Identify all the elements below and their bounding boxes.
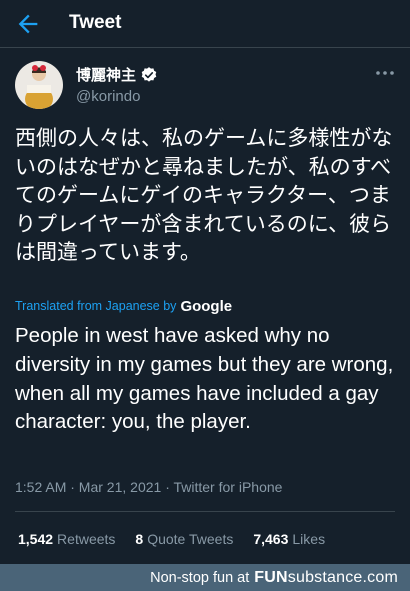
author-name[interactable]: 博麗神主 [76, 64, 158, 85]
page-title: Tweet [69, 12, 122, 33]
tweet-original-text: 西側の人々は、私のゲームに多様性がないのはなぜかと尋ねましたが、私のすべてのゲー… [15, 126, 393, 264]
translation-attribution: Translated from Japanese by Google [15, 297, 233, 315]
google-logo: Google [180, 298, 233, 315]
quote-tweets-stat[interactable]: 8 Quote Tweets [135, 531, 233, 547]
brand-suffix: .com [362, 569, 398, 586]
arrow-left-icon[interactable] [14, 10, 42, 38]
author-display-name[interactable]: 博麗神主 [76, 64, 136, 85]
likes-count: 7,463 [253, 531, 289, 547]
watermark-text: Non-stop fun at FUNsubstance.com [150, 569, 398, 587]
top-bar: Tweet [0, 0, 410, 48]
quotes-count: 8 [135, 531, 144, 547]
watermark-footer: Non-stop fun at FUNsubstance.com [0, 564, 410, 591]
retweets-stat[interactable]: 1,542 Retweets [18, 531, 115, 547]
likes-label: Likes [292, 531, 326, 547]
verified-badge-icon [141, 66, 157, 82]
brand-rest: substance [287, 569, 363, 586]
retweets-count: 1,542 [18, 531, 54, 547]
quotes-label: Quote Tweets [147, 531, 234, 547]
divider [15, 511, 395, 512]
author-handle[interactable]: @korindo [76, 88, 140, 105]
likes-stat[interactable]: 7,463 Likes [253, 531, 325, 547]
avatar[interactable] [15, 61, 63, 109]
tweet-translated-text: People in west have asked why no diversi… [15, 324, 394, 434]
tweet-stats: 1,542 Retweets 8 Quote Tweets 7,463 Likes [18, 531, 345, 547]
retweets-label: Retweets [57, 531, 116, 547]
translated-label: Translated from Japanese by [15, 299, 177, 313]
more-horizontal-icon[interactable] [374, 66, 396, 80]
brand-bold: FUN [254, 569, 288, 586]
tweet-timestamp[interactable]: 1:52 AM · Mar 21, 2021 · Twitter for iPh… [15, 479, 282, 495]
watermark-caption: Non-stop fun at [150, 570, 250, 586]
watermark-brand: FUNsubstance.com [254, 569, 398, 587]
